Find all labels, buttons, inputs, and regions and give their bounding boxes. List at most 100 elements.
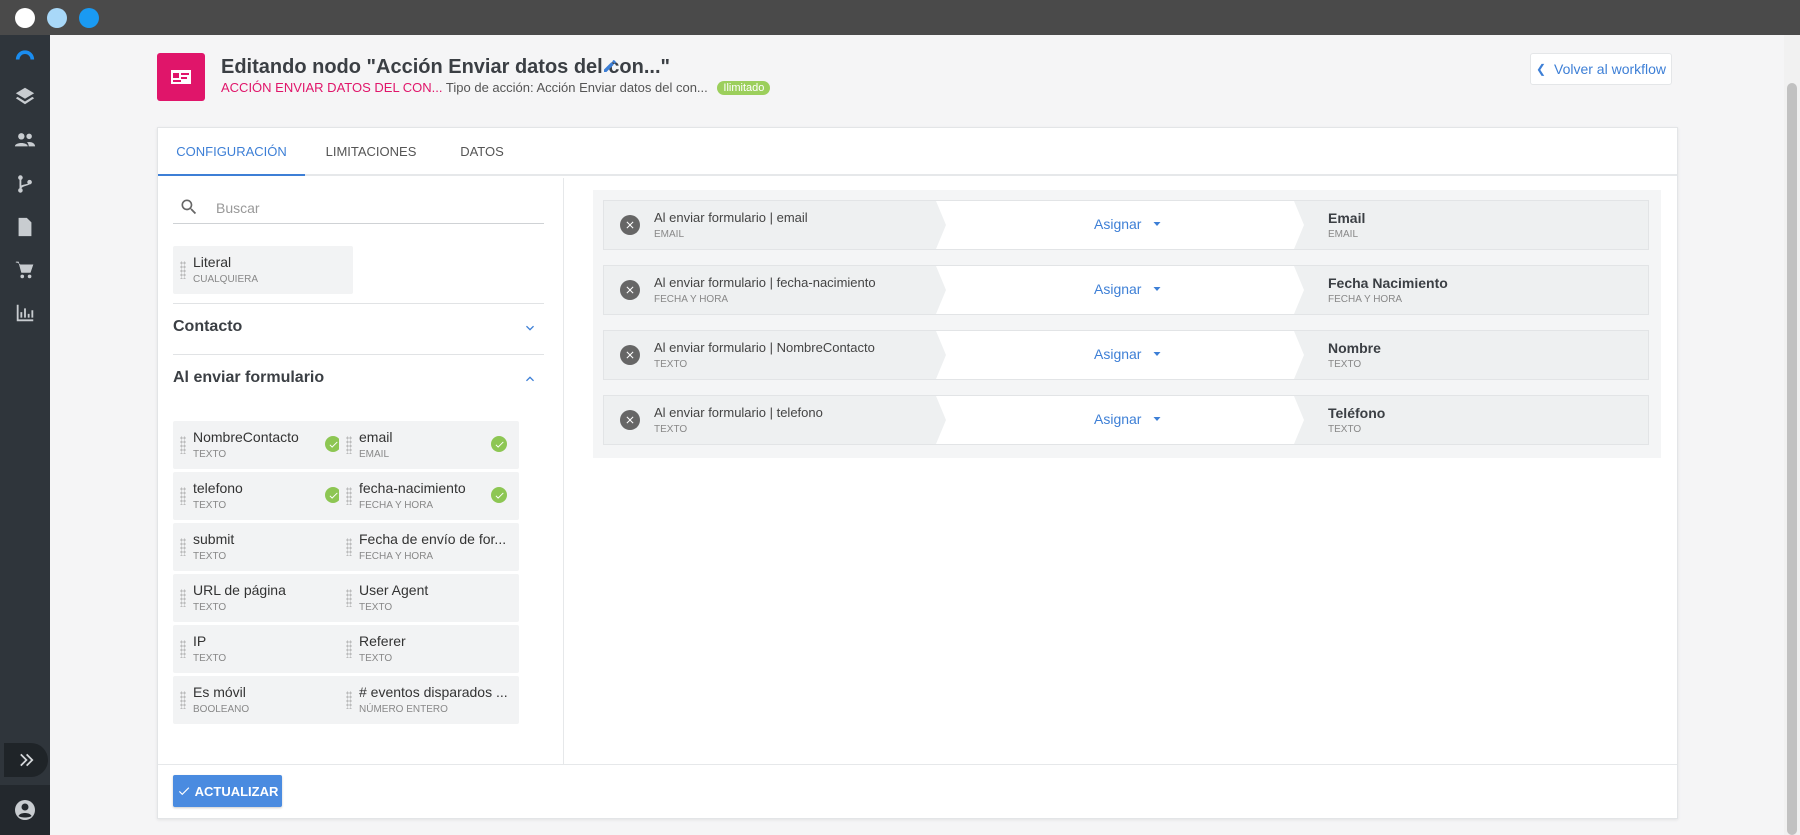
user-menu[interactable] bbox=[0, 785, 50, 835]
search-input[interactable] bbox=[216, 196, 536, 220]
field-type: TEXTO bbox=[359, 653, 393, 664]
back-to-workflow-button[interactable]: ❮ Volver al workflow bbox=[1530, 53, 1672, 85]
field-chip[interactable]: Es móvil BOOLEANO bbox=[173, 676, 353, 724]
drag-handle-icon[interactable] bbox=[180, 487, 186, 505]
field-type: TEXTO bbox=[193, 449, 227, 460]
assign-dropdown[interactable]: Asignar bbox=[1094, 346, 1163, 362]
window-close-dot[interactable] bbox=[15, 8, 35, 28]
field-type: FECHA Y HORA bbox=[359, 551, 434, 562]
chart-icon[interactable] bbox=[12, 300, 38, 326]
field-type: NÚMERO ENTERO bbox=[359, 704, 448, 715]
section-title-formulario[interactable]: Al enviar formulario bbox=[173, 369, 324, 387]
assign-dropdown[interactable]: Asignar bbox=[1094, 281, 1163, 297]
field-chip-literal[interactable]: Literal CUALQUIERA bbox=[173, 246, 353, 294]
window-minimize-dot[interactable] bbox=[47, 8, 67, 28]
update-button[interactable]: ACTUALIZAR bbox=[173, 775, 282, 807]
tab-datos[interactable]: DATOS bbox=[437, 128, 527, 176]
mapping-target: Nombre TEXTO bbox=[1294, 331, 1648, 379]
chevron-left-icon: ❮ bbox=[1535, 62, 1546, 76]
update-label: ACTUALIZAR bbox=[194, 783, 279, 799]
cart-icon[interactable] bbox=[12, 257, 38, 283]
tab-bar: CONFIGURACIÓN LIMITACIONES DATOS bbox=[158, 128, 1677, 176]
mapping-row: Al enviar formulario | telefono TEXTO Asig… bbox=[603, 395, 1649, 445]
layers-icon[interactable] bbox=[12, 83, 38, 109]
scroll-thumb[interactable] bbox=[1787, 83, 1797, 835]
drag-handle-icon[interactable] bbox=[180, 261, 186, 279]
drag-handle-icon[interactable] bbox=[346, 436, 352, 454]
assign-label: Asignar bbox=[1094, 411, 1142, 427]
logo-icon[interactable] bbox=[12, 41, 38, 67]
field-chip[interactable]: NombreContacto TEXTO bbox=[173, 421, 353, 469]
drag-handle-icon[interactable] bbox=[180, 436, 186, 454]
field-chip[interactable]: telefono TEXTO bbox=[173, 472, 353, 520]
field-name: Es móvil bbox=[193, 684, 246, 700]
drag-handle-icon[interactable] bbox=[180, 589, 186, 607]
chevron-up-icon[interactable] bbox=[522, 371, 538, 387]
field-chip[interactable]: submit TEXTO bbox=[173, 523, 353, 571]
field-name: NombreContacto bbox=[193, 429, 299, 445]
mapping-panel: Al enviar formulario | email EMAIL Asignar… bbox=[565, 178, 1677, 764]
node-icon bbox=[157, 53, 205, 101]
target-type: TEXTO bbox=[1328, 359, 1362, 370]
source-name: Al enviar formulario | fecha-nacimiento bbox=[654, 275, 876, 290]
tab-limitaciones[interactable]: LIMITACIONES bbox=[305, 128, 437, 176]
mapping-row: Al enviar formulario | NombreContacto TEX… bbox=[603, 330, 1649, 380]
drag-handle-icon[interactable] bbox=[180, 691, 186, 709]
page-scrollbar[interactable] bbox=[1784, 35, 1800, 835]
field-chip[interactable]: # eventos disparados ... NÚMERO ENTERO bbox=[339, 676, 519, 724]
mapping-row: Al enviar formulario | email EMAIL Asignar… bbox=[603, 200, 1649, 250]
drag-handle-icon[interactable] bbox=[346, 640, 352, 658]
search-box bbox=[173, 192, 544, 224]
remove-mapping-icon[interactable] bbox=[620, 410, 640, 430]
mapped-check-icon bbox=[491, 487, 507, 503]
field-type: TEXTO bbox=[193, 653, 227, 664]
divider bbox=[173, 303, 544, 304]
mapping-row: Al enviar formulario | fecha-nacimiento F… bbox=[603, 265, 1649, 315]
workflow-icon[interactable] bbox=[12, 171, 38, 197]
field-name: Fecha de envío de for... bbox=[359, 531, 507, 547]
card-footer: ACTUALIZAR bbox=[158, 764, 1677, 819]
contacts-icon[interactable] bbox=[12, 127, 38, 153]
mapping-source: Al enviar formulario | fecha-nacimiento F… bbox=[604, 266, 946, 314]
drag-handle-icon[interactable] bbox=[346, 589, 352, 607]
sidebar bbox=[0, 35, 50, 835]
edit-title-button[interactable] bbox=[602, 58, 620, 76]
drag-handle-icon[interactable] bbox=[180, 640, 186, 658]
field-chip[interactable]: email EMAIL bbox=[339, 421, 519, 469]
window-maximize-dot[interactable] bbox=[79, 8, 99, 28]
drag-handle-icon[interactable] bbox=[346, 487, 352, 505]
remove-mapping-icon[interactable] bbox=[620, 215, 640, 235]
field-chip[interactable]: Fecha de envío de for... FECHA Y HORA bbox=[339, 523, 519, 571]
field-chip[interactable]: User Agent TEXTO bbox=[339, 574, 519, 622]
search-icon bbox=[181, 199, 197, 215]
source-name: Al enviar formulario | telefono bbox=[654, 405, 823, 420]
document-icon[interactable] bbox=[12, 214, 38, 240]
target-type: EMAIL bbox=[1328, 229, 1359, 240]
assign-label: Asignar bbox=[1094, 281, 1142, 297]
node-type-description: Tipo de acción: Acción Enviar datos del … bbox=[445, 80, 708, 95]
chevron-down-icon[interactable] bbox=[522, 320, 538, 336]
expand-sidebar-button[interactable] bbox=[4, 743, 48, 777]
pencil-icon bbox=[604, 60, 616, 72]
remove-mapping-icon[interactable] bbox=[620, 280, 640, 300]
field-chip[interactable]: fecha-nacimiento FECHA Y HORA bbox=[339, 472, 519, 520]
drag-handle-icon[interactable] bbox=[180, 538, 186, 556]
assign-dropdown[interactable]: Asignar bbox=[1094, 411, 1163, 427]
main-content: Editando nodo "Acción Enviar datos del c… bbox=[50, 35, 1784, 835]
drag-handle-icon[interactable] bbox=[346, 538, 352, 556]
field-chip[interactable]: IP TEXTO bbox=[173, 625, 353, 673]
section-title-contacto[interactable]: Contacto bbox=[173, 318, 242, 336]
remove-mapping-icon[interactable] bbox=[620, 345, 640, 365]
tab-configuracion[interactable]: CONFIGURACIÓN bbox=[158, 128, 305, 176]
field-name: IP bbox=[193, 633, 207, 649]
field-chip[interactable]: URL de página TEXTO bbox=[173, 574, 353, 622]
drag-handle-icon[interactable] bbox=[346, 691, 352, 709]
window-titlebar bbox=[0, 0, 1800, 35]
assign-dropdown[interactable]: Asignar bbox=[1094, 216, 1163, 232]
target-name: Teléfono bbox=[1328, 405, 1386, 421]
target-type: TEXTO bbox=[1328, 424, 1362, 435]
caret-down-icon bbox=[1153, 417, 1161, 421]
field-name: URL de página bbox=[193, 582, 286, 598]
field-chip[interactable]: Referer TEXTO bbox=[339, 625, 519, 673]
field-type: FECHA Y HORA bbox=[359, 500, 434, 511]
